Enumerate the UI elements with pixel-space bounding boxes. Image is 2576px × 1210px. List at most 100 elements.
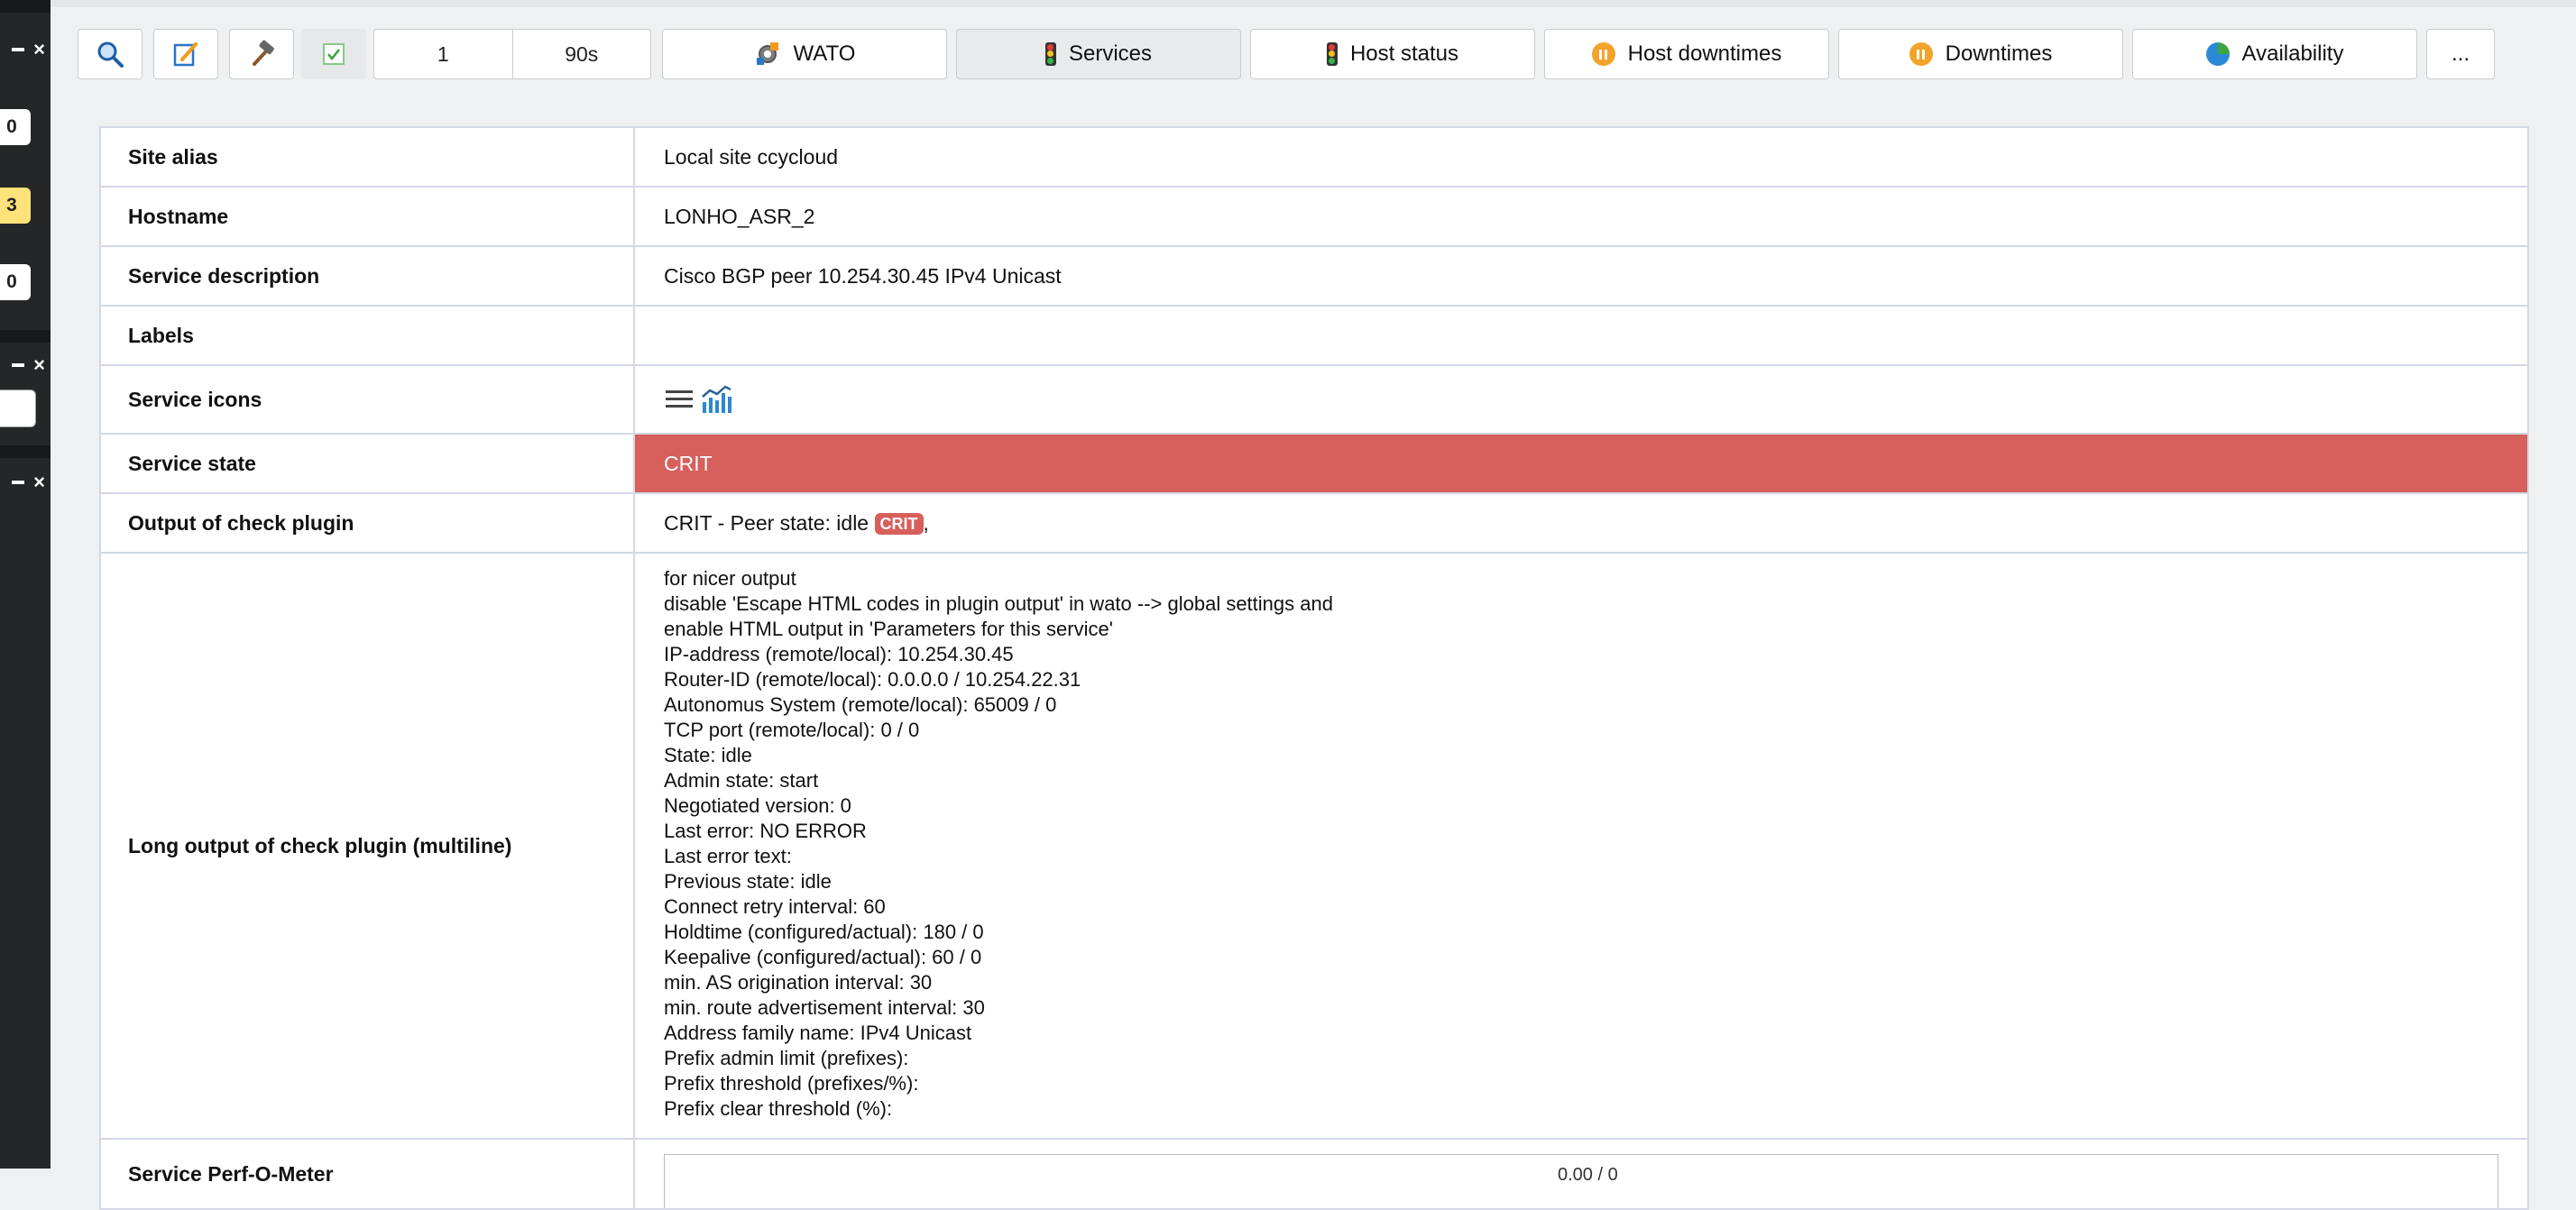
table-row: Long output of check plugin (multiline) …	[99, 552, 2529, 1140]
more-label: ...	[2451, 41, 2470, 66]
row-label: Site alias	[99, 126, 635, 188]
labels-value	[633, 305, 2529, 366]
graph-icon[interactable]	[700, 384, 732, 415]
host-downtimes-button[interactable]: Host downtimes	[1544, 29, 1829, 79]
table-row: Output of check plugin CRIT - Peer state…	[99, 492, 2529, 554]
more-button[interactable]: ...	[2426, 29, 2495, 79]
downtimes-button[interactable]: Downtimes	[1838, 29, 2123, 79]
row-label: Long output of check plugin (multiline)	[99, 552, 635, 1140]
crit-state-pill: CRIT	[874, 513, 924, 535]
long-output-line: Address family name: IPv4 Unicast	[664, 1022, 972, 1044]
perf-o-meter-cell: 0.00 / 0	[633, 1138, 2529, 1210]
search-button[interactable]	[78, 29, 143, 79]
long-output-line: State: idle	[664, 744, 752, 766]
snapin-controls: ×	[0, 355, 51, 375]
wato-icon	[756, 42, 778, 65]
row-label: Service description	[99, 245, 635, 307]
sidebar-band	[0, 0, 51, 13]
edit-icon	[173, 42, 198, 67]
sidebar-badge[interactable]: 0	[0, 264, 31, 300]
long-output-line: Holdtime (configured/actual): 180 / 0	[664, 921, 984, 943]
long-output-line: Keepalive (configured/actual): 60 / 0	[664, 946, 982, 968]
perf-o-meter: 0.00 / 0	[664, 1154, 2498, 1208]
table-row: Labels	[99, 305, 2529, 366]
long-output-line: Prefix threshold (prefixes/%):	[664, 1072, 919, 1095]
long-output-cell: for nicer output disable 'Escape HTML cod…	[633, 552, 2529, 1140]
availability-button[interactable]: Availability	[2132, 29, 2417, 79]
availability-icon	[2205, 42, 2230, 66]
long-output-line: Last error text:	[664, 845, 792, 867]
edit-view-button[interactable]	[153, 29, 218, 79]
refresh-count[interactable]: 1	[374, 30, 512, 78]
table-row: Service state CRIT	[99, 433, 2529, 494]
quicksearch-input[interactable]	[0, 390, 36, 427]
availability-label: Availability	[2241, 41, 2344, 66]
long-output-line: Router-ID (remote/local): 0.0.0.0 / 10.2…	[664, 668, 1081, 691]
minimize-icon[interactable]	[12, 481, 25, 484]
hostname-value[interactable]: LONHO_ASR_2	[633, 186, 2529, 247]
wato-button[interactable]: WATO	[662, 29, 947, 79]
plugin-output-text: CRIT - Peer state: idle	[664, 511, 869, 535]
plugin-output-suffix: ,	[923, 511, 929, 535]
long-output-line: for nicer output	[664, 567, 796, 590]
long-output-line: enable HTML output in 'Parameters for th…	[664, 618, 1113, 640]
sidebar-band	[0, 330, 51, 343]
search-icon	[97, 41, 124, 68]
minimize-icon[interactable]	[12, 363, 25, 367]
downtimes-label: Downtimes	[1945, 41, 2053, 66]
minimize-icon[interactable]	[12, 48, 25, 51]
service-description-value[interactable]: Cisco BGP peer 10.254.30.45 IPv4 Unicast	[633, 245, 2529, 307]
row-label: Service state	[99, 433, 635, 494]
long-output-line: Prefix admin limit (prefixes):	[664, 1047, 909, 1069]
host-status-button[interactable]: Host status	[1250, 29, 1535, 79]
table-row: Hostname LONHO_ASR_2	[99, 186, 2529, 247]
long-output-line: Last error: NO ERROR	[664, 820, 867, 842]
checkbox-icon	[323, 43, 345, 65]
table-row: Service Perf-O-Meter 0.00 / 0	[99, 1138, 2529, 1210]
hammer-icon	[253, 40, 274, 66]
close-icon[interactable]: ×	[33, 472, 45, 492]
menu-icon[interactable]	[664, 386, 695, 413]
long-output-line: TCP port (remote/local): 0 / 0	[664, 719, 920, 741]
perf-o-meter-value: 0.00 / 0	[1558, 1165, 1618, 1185]
close-icon[interactable]: ×	[33, 40, 45, 60]
long-output-line: Prefix clear threshold (%):	[664, 1097, 893, 1120]
sidebar-badge-warn[interactable]: 3	[0, 188, 31, 224]
close-icon[interactable]: ×	[33, 355, 45, 375]
services-button[interactable]: Services	[956, 29, 1241, 79]
row-label: Output of check plugin	[99, 492, 635, 554]
row-label: Labels	[99, 305, 635, 366]
site-alias-value: Local site ccycloud	[633, 126, 2529, 188]
long-output-line: min. route advertisement interval: 30	[664, 996, 985, 1019]
services-label: Services	[1068, 41, 1153, 66]
service-icons-cell	[633, 364, 2529, 435]
refresh-control[interactable]: 1 90s	[373, 29, 651, 79]
long-output-line: Negotiated version: 0	[664, 794, 851, 817]
host-downtimes-label: Host downtimes	[1627, 41, 1782, 66]
sidebar: × 0 3 0 × ×	[0, 0, 51, 1169]
top-strip	[51, 0, 2576, 7]
sidebar-badge[interactable]: 0	[0, 109, 31, 145]
checkbox-toggle-button[interactable]	[301, 29, 366, 79]
snapin-controls: ×	[0, 40, 51, 60]
commands-button[interactable]	[229, 29, 294, 79]
long-output-line: disable 'Escape HTML codes in plugin out…	[664, 592, 1333, 615]
sidebar-band	[0, 445, 51, 458]
traffic-light-icon	[1044, 42, 1056, 66]
long-output-line: IP-address (remote/local): 10.254.30.45	[664, 643, 1014, 665]
snapin-controls: ×	[0, 472, 51, 492]
service-info-table: Site alias Local site ccycloud Hostname …	[99, 126, 2529, 1210]
table-row: Service description Cisco BGP peer 10.25…	[99, 245, 2529, 307]
long-output-line: Connect retry interval: 60	[664, 895, 886, 918]
refresh-interval[interactable]: 90s	[511, 30, 651, 78]
row-label: Hostname	[99, 186, 635, 247]
host-status-label: Host status	[1349, 41, 1459, 66]
row-label: Service icons	[99, 364, 635, 435]
downtime-icon	[1909, 42, 1933, 66]
downtime-icon	[1591, 42, 1615, 66]
row-label: Service Perf-O-Meter	[99, 1138, 635, 1210]
service-state-value: CRIT	[633, 433, 2529, 494]
wato-label: WATO	[793, 41, 856, 66]
plugin-output-cell: CRIT - Peer state: idle CRIT,	[633, 492, 2529, 554]
long-output-line: Autonomus System (remote/local): 65009 /…	[664, 693, 1057, 716]
